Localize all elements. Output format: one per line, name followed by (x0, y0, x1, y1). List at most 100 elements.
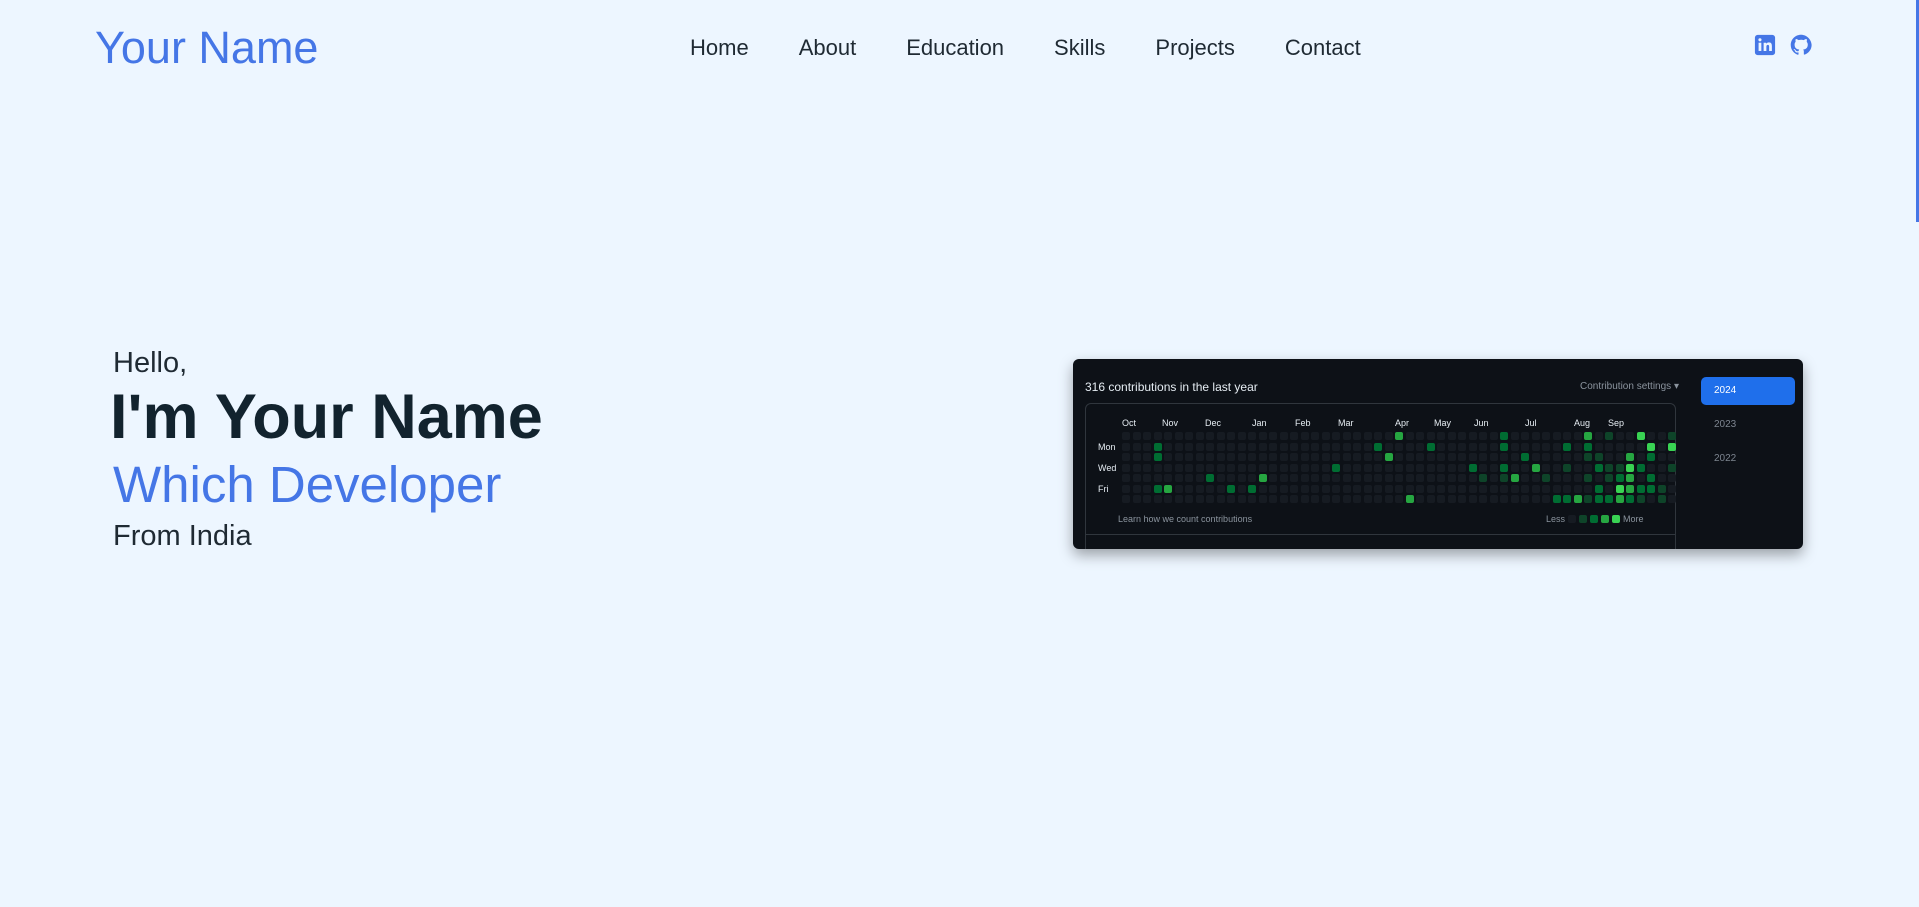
contribution-cell (1594, 432, 1603, 440)
contribution-cell (1605, 484, 1613, 493)
day-label-wed: Wed (1098, 463, 1117, 473)
contribution-cell (1500, 484, 1508, 493)
contribution-cell (1573, 474, 1582, 482)
nav-contact[interactable]: Contact (1285, 34, 1361, 62)
contribution-cell (1353, 495, 1361, 503)
contribution-cell (1122, 442, 1130, 451)
contribution-cell (1279, 463, 1288, 472)
contribution-cell (1521, 484, 1529, 493)
contribution-cell (1227, 495, 1235, 503)
contribution-cell (1521, 442, 1529, 451)
contribution-cell (1185, 474, 1193, 482)
contribution-cell (1153, 453, 1162, 461)
linkedin-icon[interactable] (1754, 34, 1776, 56)
contribution-cell (1657, 453, 1666, 461)
month-label: Apr (1395, 418, 1410, 428)
nav-about[interactable]: About (799, 34, 857, 62)
contribution-cell (1206, 495, 1214, 503)
contribution-cell (1563, 463, 1571, 472)
nav-projects[interactable]: Projects (1155, 34, 1234, 62)
contribution-cell (1636, 463, 1645, 472)
year-selector: 2024 2023 2022 (1701, 377, 1795, 479)
contribution-cell (1552, 442, 1561, 451)
contribution-cell (1552, 474, 1561, 482)
month-label: Nov (1162, 418, 1179, 428)
learn-contributions-link[interactable]: Learn how we count contributions (1118, 514, 1252, 524)
contribution-cell (1636, 453, 1645, 461)
contribution-cell (1216, 495, 1225, 503)
contribution-cell (1437, 474, 1445, 482)
contribution-cell (1237, 463, 1246, 472)
year-button-2024[interactable]: 2024 (1701, 377, 1795, 405)
legend-swatch (1568, 515, 1577, 523)
contribution-cell (1605, 474, 1613, 482)
contribution-cell (1447, 495, 1456, 503)
hero-greeting: Hello, (113, 347, 188, 379)
brand-logo-text[interactable]: Your Name (95, 20, 318, 76)
contribution-cell (1416, 484, 1424, 493)
contribution-cell (1395, 453, 1403, 461)
contribution-cell (1458, 484, 1466, 493)
contribution-cell (1542, 495, 1550, 503)
contribution-cell (1447, 463, 1456, 472)
contribution-graph-image: 316 contributions in the last year Contr… (1073, 359, 1803, 549)
hero-role: Which Developer (113, 456, 502, 513)
contribution-cell (1342, 442, 1351, 451)
contribution-cell (1153, 463, 1162, 472)
contribution-cell (1395, 484, 1403, 493)
contribution-cell (1605, 442, 1613, 451)
contribution-cell (1122, 453, 1130, 461)
contribution-cell (1426, 484, 1435, 493)
contribution-cell (1374, 442, 1382, 451)
contribution-cell (1416, 495, 1424, 503)
contribution-cell (1185, 495, 1193, 503)
contribution-cell (1363, 474, 1372, 482)
contribution-cell (1542, 453, 1550, 461)
contribution-settings-dropdown[interactable]: Contribution settings ▾ (1580, 381, 1679, 392)
year-button-2022[interactable]: 2022 (1701, 445, 1795, 473)
contribution-cell (1174, 432, 1183, 440)
contribution-cell (1332, 495, 1340, 503)
nav-home[interactable]: Home (690, 34, 749, 62)
contribution-cell (1143, 463, 1151, 472)
contribution-cell (1500, 442, 1508, 451)
contribution-cell (1237, 484, 1246, 493)
github-icon[interactable] (1790, 34, 1812, 56)
contribution-cell (1489, 495, 1498, 503)
contribution-cell (1636, 484, 1645, 493)
nav-education[interactable]: Education (906, 34, 1004, 62)
contribution-cell (1332, 484, 1340, 493)
contribution-cell (1153, 432, 1162, 440)
contribution-cell (1521, 453, 1529, 461)
month-label: May (1434, 418, 1452, 428)
contribution-cell (1584, 495, 1592, 503)
year-button-2023[interactable]: 2023 (1701, 411, 1795, 439)
contribution-cell (1479, 484, 1487, 493)
contribution-cell (1447, 484, 1456, 493)
contribution-cell (1164, 484, 1172, 493)
contribution-cell (1458, 495, 1466, 503)
contribution-cell (1237, 495, 1246, 503)
contribution-cell (1552, 463, 1561, 472)
contribution-cell (1542, 474, 1550, 482)
contribution-cell (1395, 432, 1403, 440)
contribution-cell (1174, 463, 1183, 472)
legend-more: More (1623, 514, 1644, 524)
contribution-cell (1174, 453, 1183, 461)
contribution-cell (1143, 474, 1151, 482)
hero-name: I'm Your Name (110, 382, 543, 452)
contribution-cell (1395, 495, 1403, 503)
contribution-cell (1332, 463, 1340, 472)
contribution-cell (1437, 453, 1445, 461)
contribution-cell (1573, 432, 1582, 440)
nav-skills[interactable]: Skills (1054, 34, 1105, 62)
contribution-cell (1269, 453, 1277, 461)
contribution-cell (1437, 495, 1445, 503)
contribution-cell (1216, 474, 1225, 482)
contribution-cell (1384, 484, 1393, 493)
contribution-cell (1237, 453, 1246, 461)
contribution-cell (1552, 453, 1561, 461)
contribution-cell (1300, 484, 1309, 493)
contribution-cell (1426, 442, 1435, 451)
contribution-cell (1374, 484, 1382, 493)
